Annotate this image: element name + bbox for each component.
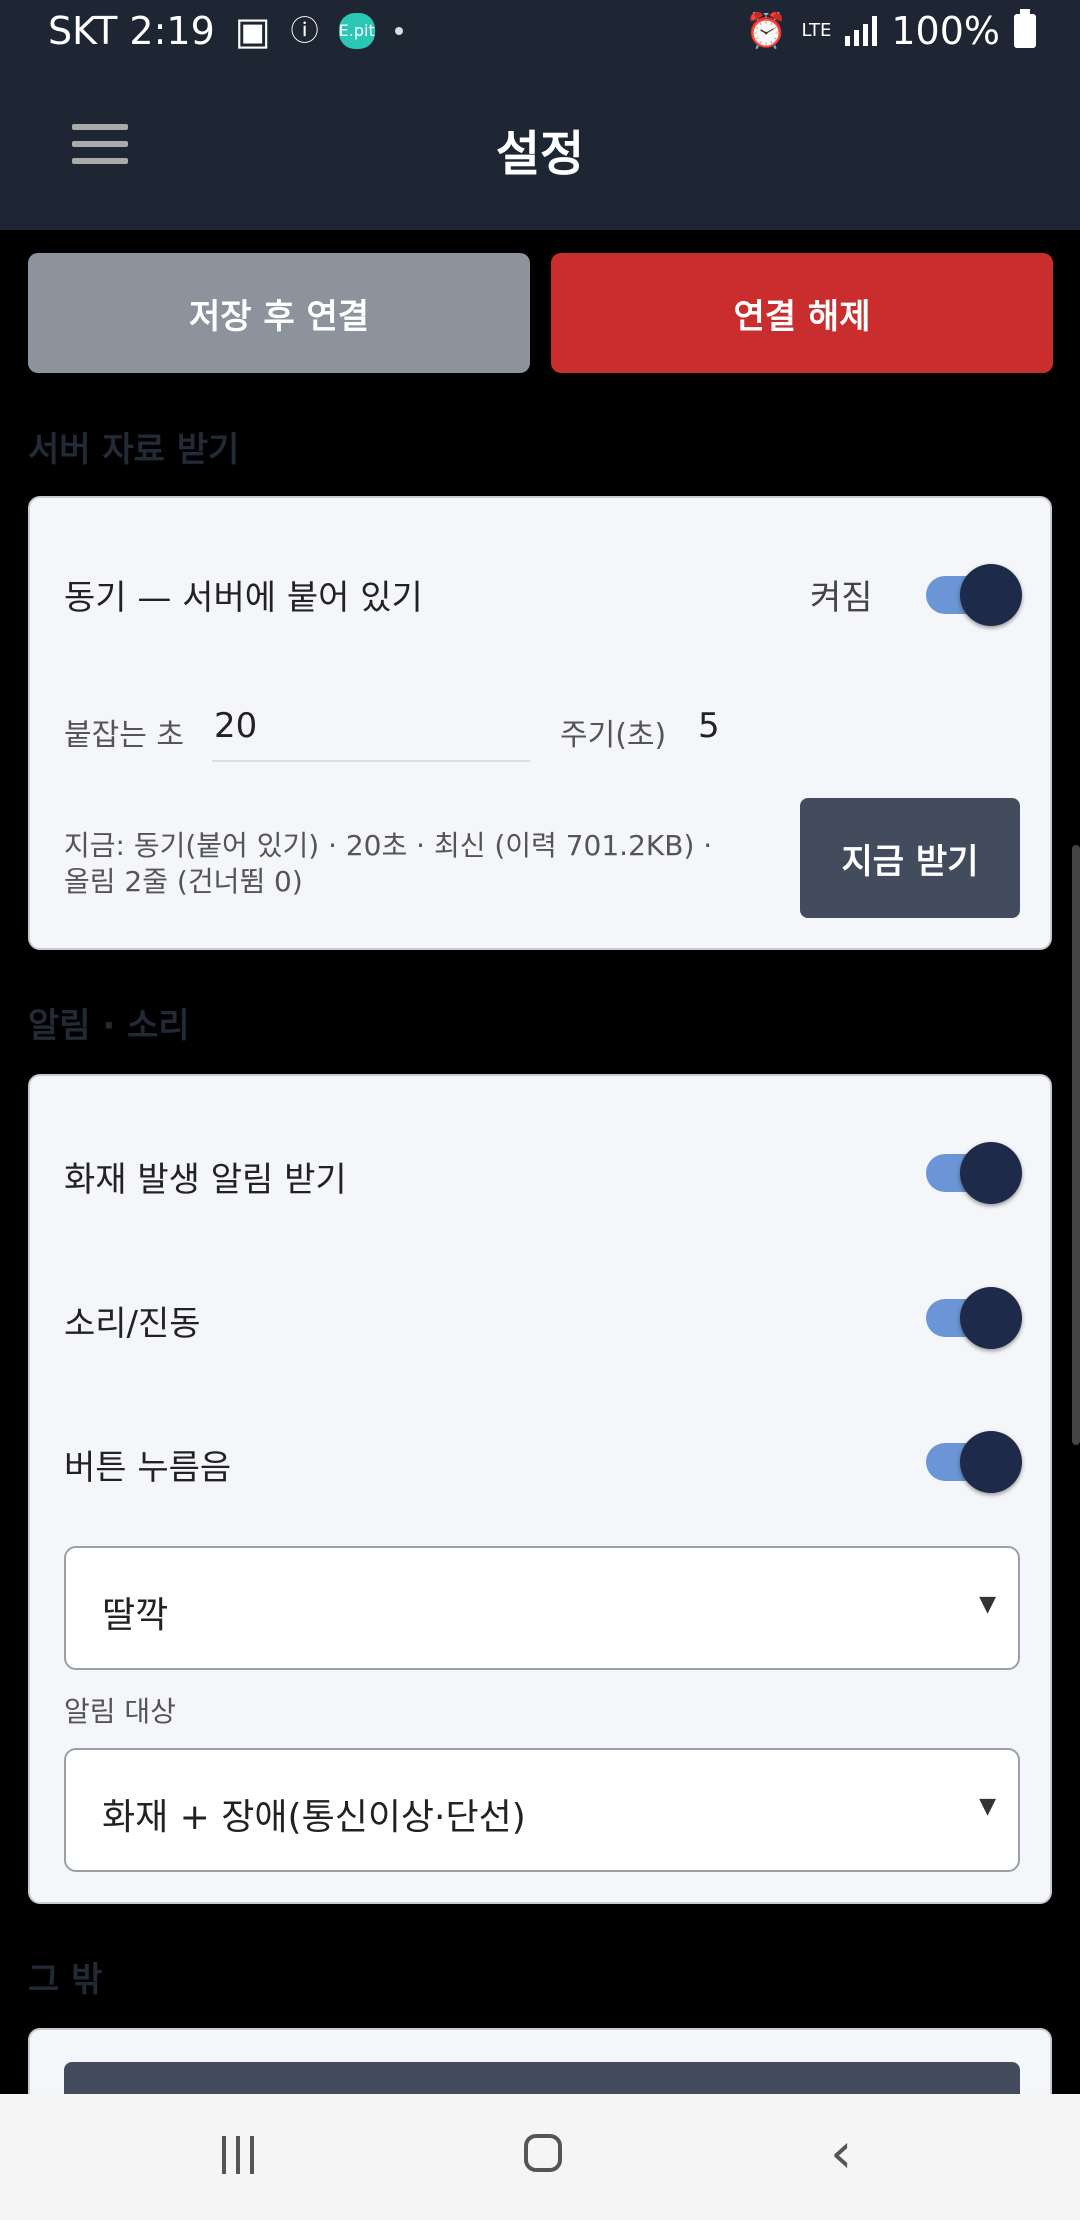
fetch-now-button[interactable]: 지금 받기 (800, 798, 1020, 918)
sync-label: 동기 — 서버에 붙어 있기 (64, 578, 423, 618)
alert-target-select-value: 화재 + 장애(통신이상·단선) (102, 1797, 526, 1838)
dropdown-caret-icon: ▼ (979, 1592, 996, 1617)
status-line-2: 올림 2줄 (건너뜀 0) (64, 865, 303, 898)
recent-apps-icon[interactable] (222, 2136, 262, 2176)
status-line-1: 지금: 동기(붙어 있기) · 20초 · 최신 (이력 701.2KB) · (64, 829, 713, 862)
battery-icon (1014, 9, 1036, 48)
info-icon: ⓘ (290, 14, 319, 47)
button-sound-select[interactable]: 딸깍 ▼ (64, 1546, 1020, 1670)
fire-alert-toggle[interactable] (926, 1142, 1022, 1204)
button-sound-select-value: 딸깍 (102, 1595, 169, 1636)
scrollbar[interactable] (1072, 845, 1080, 1445)
alert-target-label: 알림 대상 (64, 1695, 176, 1728)
section-title-alerts: 알림 · 소리 (28, 1006, 190, 1046)
sound-vibe-label: 소리/진동 (64, 1304, 201, 1344)
hold-seconds-input[interactable]: 20 (214, 706, 257, 746)
home-icon[interactable] (524, 2134, 562, 2172)
fire-alert-label: 화재 발생 알림 받기 (64, 1160, 347, 1200)
alert-target-select[interactable]: 화재 + 장애(통신이상·단선) ▼ (64, 1748, 1020, 1872)
back-icon[interactable]: ‹ (830, 2126, 852, 2182)
section-title-server: 서버 자료 받기 (28, 430, 240, 470)
server-card: 동기 — 서버에 붙어 있기 켜짐 붙잡는 초 20 주기(초) 5 지금: 동… (28, 496, 1052, 950)
status-bar: SKT 2:19 ▣ ⓘ E.pit ⏰ LTE 100% (0, 0, 1080, 62)
image-icon: ▣ (234, 9, 271, 53)
save-connect-button[interactable]: 저장 후 연결 (28, 253, 530, 373)
battery-level: 100% (891, 9, 1000, 53)
lte-icon: LTE (801, 20, 832, 41)
app-badge-icon: E.pit (339, 13, 375, 49)
period-label: 주기(초) (560, 718, 667, 753)
carrier-time: SKT 2:19 (48, 9, 215, 53)
disconnect-button[interactable]: 연결 해제 (551, 253, 1053, 373)
app-bar: 설정 (0, 62, 1080, 230)
alarm-icon: ⏰ (745, 11, 788, 51)
dropdown-caret-icon: ▼ (979, 1794, 996, 1819)
hold-seconds-label: 붙잡는 초 (64, 718, 184, 753)
notification-dot-icon (394, 27, 403, 35)
sync-toggle[interactable] (926, 564, 1022, 626)
period-input[interactable]: 5 (698, 706, 720, 746)
sound-vibe-toggle[interactable] (926, 1287, 1022, 1349)
button-sound-label: 버튼 누름음 (64, 1448, 232, 1488)
navigation-bar: ‹ (0, 2094, 1080, 2220)
signal-icon (845, 16, 878, 46)
alerts-card: 화재 발생 알림 받기 소리/진동 버튼 누름음 딸깍 ▼ 알림 대상 화재 +… (28, 1074, 1052, 1904)
button-sound-toggle[interactable] (926, 1431, 1022, 1493)
sync-state: 켜짐 (810, 578, 873, 618)
section-title-other: 그 밖 (28, 1960, 103, 2000)
page-title: 설정 (495, 126, 585, 182)
hold-seconds-underline (212, 760, 530, 762)
